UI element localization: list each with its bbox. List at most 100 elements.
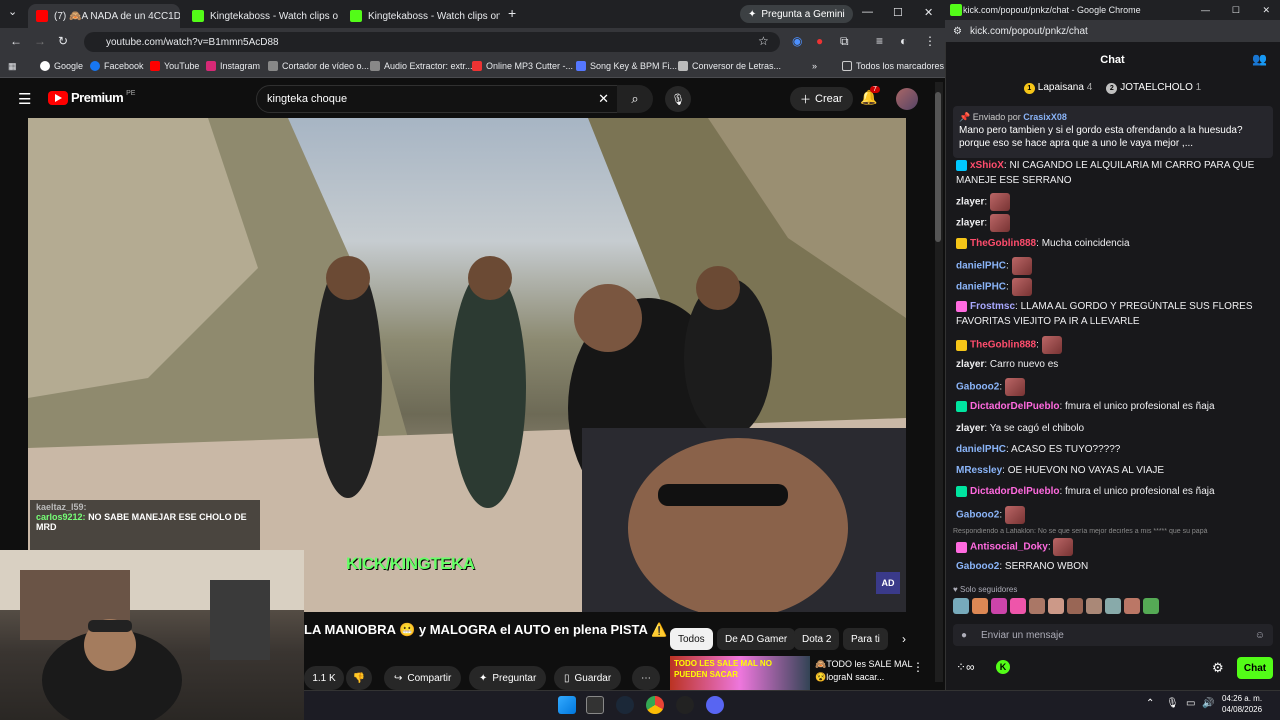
- chat-username[interactable]: zlayer: [956, 423, 984, 434]
- emote-icon[interactable]: [1124, 598, 1140, 614]
- chat-username[interactable]: TheGoblin888: [970, 238, 1036, 249]
- chat-username[interactable]: Frostmsc: [970, 301, 1015, 312]
- windows-start-icon[interactable]: [558, 696, 576, 714]
- chip-dota2[interactable]: Dota 2: [794, 628, 840, 650]
- search-input[interactable]: kingteka choque ✕: [256, 85, 618, 113]
- chat-username[interactable]: zlayer: [956, 359, 984, 370]
- chat-username[interactable]: TheGoblin888: [970, 340, 1036, 351]
- microphone-tray-icon[interactable]: 🎙: [1166, 698, 1179, 709]
- emote-icon[interactable]: [1086, 598, 1102, 614]
- related-video-title[interactable]: 🙈TODO les SALE MAL😵lograN sacar...: [815, 658, 915, 684]
- chip-para-ti[interactable]: Para ti: [843, 628, 888, 650]
- bookmark-mp3-cutter[interactable]: Online MP3 Cutter -...: [472, 61, 573, 71]
- emote-icon[interactable]: [1105, 598, 1121, 614]
- bookmark-audio-extractor[interactable]: Audio Extractor: extr...: [370, 61, 473, 71]
- bookmark-instagram[interactable]: Instagram: [206, 61, 260, 71]
- emote-icon[interactable]: [1029, 598, 1045, 614]
- chat-username[interactable]: danielPHC: [956, 444, 1006, 455]
- tab-youtube[interactable]: (7) 🙈A NADA de un 4CC1D ✕: [28, 4, 180, 28]
- maximize-icon[interactable]: ☐: [893, 6, 903, 19]
- users-icon[interactable]: 👥: [1252, 52, 1267, 66]
- minimize-icon[interactable]: —: [1201, 5, 1210, 15]
- emoji-icon[interactable]: ☺: [1255, 630, 1265, 641]
- chips-next-icon[interactable]: ›: [902, 632, 906, 646]
- bookmark-video-cutter[interactable]: Cortador de vídeo o...: [268, 61, 369, 71]
- taskbar-clock[interactable]: 04:26 a. m. 04/08/2026: [1222, 693, 1262, 715]
- network-icon[interactable]: ▭: [1186, 698, 1195, 709]
- chat-tools-icon[interactable]: ⁘∞: [956, 660, 975, 674]
- notifications-button[interactable]: 🔔 7: [860, 86, 880, 106]
- like-button[interactable]: 1.1 K: [304, 666, 344, 690]
- clear-search-icon[interactable]: ✕: [598, 91, 609, 107]
- leader-2[interactable]: 2 JOTAELCHOLO 1: [1106, 82, 1201, 94]
- chat-username[interactable]: zlayer: [956, 218, 984, 229]
- bookmark-facebook[interactable]: Facebook: [90, 61, 144, 71]
- chat-username[interactable]: danielPHC: [956, 261, 1006, 272]
- kick-icon[interactable]: K: [996, 660, 1010, 674]
- share-button[interactable]: ↪ Compartir: [384, 666, 462, 690]
- chat-username[interactable]: zlayer: [956, 197, 984, 208]
- chat-username[interactable]: DictadorDelPueblo: [970, 401, 1059, 412]
- extension-icon[interactable]: ●: [816, 34, 823, 48]
- obs-icon[interactable]: [676, 696, 694, 714]
- send-chat-button[interactable]: Chat: [1237, 657, 1273, 679]
- new-tab-icon[interactable]: +: [508, 5, 516, 21]
- maximize-icon[interactable]: ☐: [1232, 5, 1240, 16]
- emote-icon[interactable]: [953, 598, 969, 614]
- emote-icon[interactable]: [1143, 598, 1159, 614]
- bookmark-letras[interactable]: Conversor de Letras...: [678, 61, 781, 71]
- chat-username[interactable]: Gabooo2: [956, 561, 999, 572]
- emote-icon[interactable]: [1067, 598, 1083, 614]
- bookmark-star-icon[interactable]: ☆: [758, 34, 769, 48]
- tab-kick-1[interactable]: Kingtekaboss - Watch clips on K ✕: [184, 4, 338, 28]
- minimize-icon[interactable]: —: [862, 6, 873, 18]
- voice-search-button[interactable]: 🎙: [665, 86, 691, 112]
- chat-address-bar[interactable]: ⚙ kick.com/popout/pnkz/chat: [945, 20, 1280, 42]
- related-video-menu-icon[interactable]: ⋮: [912, 660, 924, 674]
- related-video-thumbnail[interactable]: TODO LES SALE MAL NO PUEDEN SACAR: [670, 656, 810, 690]
- tab-kick-2[interactable]: Kingtekaboss - Watch clips on K ✕: [342, 4, 500, 28]
- profile-icon[interactable]: ◐: [900, 34, 907, 48]
- more-actions-button[interactable]: ⋯: [632, 666, 660, 690]
- save-button[interactable]: ▯ Guardar: [554, 666, 622, 690]
- emote-icon[interactable]: [1048, 598, 1064, 614]
- chip-ad-gamer[interactable]: De AD Gamer: [717, 628, 796, 650]
- media-icon[interactable]: ≡: [876, 34, 883, 48]
- chat-username[interactable]: xShioX: [970, 160, 1004, 171]
- menu-icon[interactable]: ⋮: [924, 34, 936, 48]
- close-window-icon[interactable]: ✕: [924, 6, 933, 19]
- chat-username[interactable]: Gabooo2: [956, 510, 999, 521]
- extension-icon[interactable]: ◉: [792, 34, 802, 48]
- volume-icon[interactable]: 🔊: [1202, 698, 1214, 709]
- chip-todos[interactable]: Todos: [670, 628, 713, 650]
- close-window-icon[interactable]: ✕: [1262, 5, 1270, 16]
- settings-gear-icon[interactable]: ⚙: [1212, 660, 1224, 676]
- all-bookmarks[interactable]: Todos los marcadores: [842, 61, 944, 71]
- more-bookmarks-icon[interactable]: »: [812, 61, 817, 71]
- address-bar[interactable]: youtube.com/watch?v=B1mmn5AcD88: [84, 32, 780, 52]
- chrome-icon[interactable]: [646, 696, 664, 714]
- tab-search-icon[interactable]: ⌄: [8, 5, 17, 18]
- bookmark-youtube[interactable]: YouTube: [150, 61, 199, 71]
- leader-1[interactable]: 1 Lapaisana 4: [1023, 82, 1092, 94]
- discord-icon[interactable]: [706, 696, 724, 714]
- gemini-button[interactable]: ✦ Pregunta a Gemini: [740, 5, 853, 23]
- emote-icon[interactable]: [991, 598, 1007, 614]
- hamburger-menu-icon[interactable]: ☰: [18, 90, 31, 108]
- steam-icon[interactable]: [616, 696, 634, 714]
- apps-icon[interactable]: ▦: [8, 61, 17, 72]
- chat-username[interactable]: Antisocial_Doky: [970, 542, 1048, 553]
- forward-icon[interactable]: →: [34, 34, 46, 48]
- youtube-logo[interactable]: Premium PE: [48, 90, 135, 105]
- chat-message-input[interactable]: ● Enviar un mensaje ☺: [953, 624, 1273, 646]
- site-info-icon[interactable]: ⚙: [953, 26, 962, 37]
- avatar[interactable]: [896, 88, 918, 110]
- task-view-icon[interactable]: [586, 696, 604, 714]
- reload-icon[interactable]: ↻: [58, 34, 68, 48]
- search-button[interactable]: ⌕: [617, 85, 653, 113]
- back-icon[interactable]: ←: [10, 34, 22, 48]
- extensions-icon[interactable]: ⧉: [840, 34, 849, 49]
- dislike-button[interactable]: 👎: [346, 666, 372, 690]
- emote-icon[interactable]: [1010, 598, 1026, 614]
- ask-button[interactable]: ✦ Preguntar: [469, 666, 547, 690]
